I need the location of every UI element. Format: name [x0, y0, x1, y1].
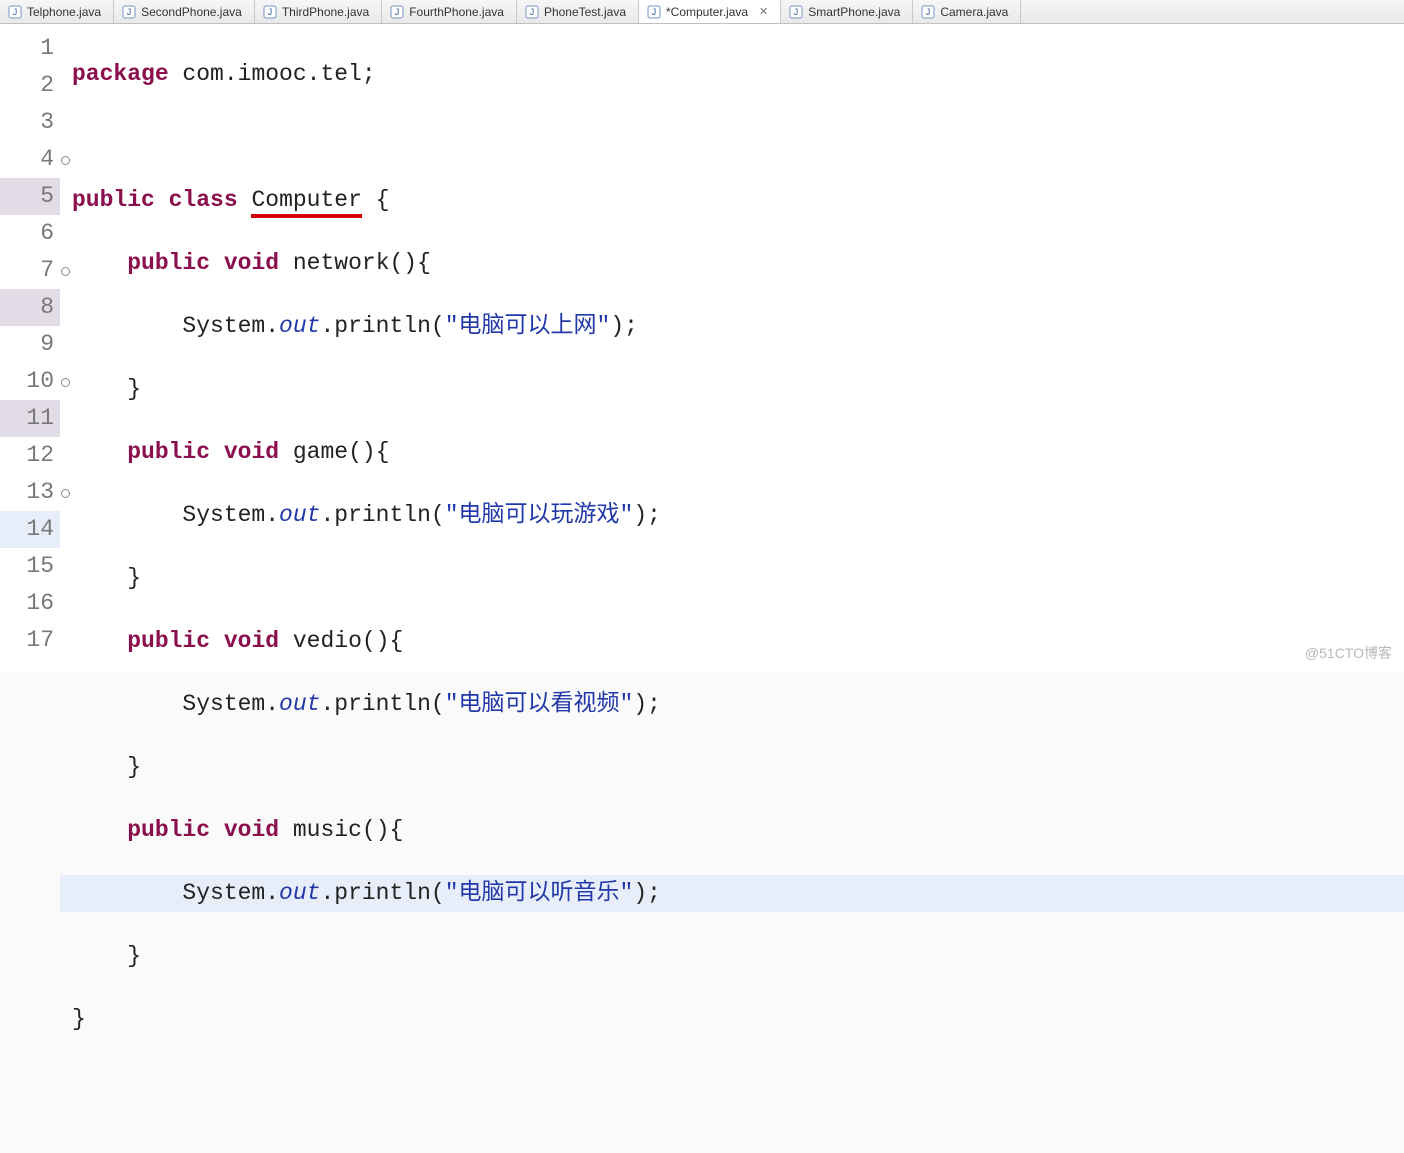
- java-file-icon: J: [647, 5, 661, 19]
- code-line: System.out.println("电脑可以上网");: [60, 308, 1404, 345]
- tab-label: *Computer.java: [666, 5, 748, 19]
- svg-text:J: J: [794, 7, 799, 17]
- line-number: 1: [0, 30, 60, 67]
- java-file-icon: J: [8, 5, 22, 19]
- line-number: 10: [0, 363, 60, 400]
- line-number: 15: [0, 548, 60, 585]
- svg-text:J: J: [395, 7, 400, 17]
- line-number: 13: [0, 474, 60, 511]
- svg-text:J: J: [530, 7, 535, 17]
- code-line: }: [60, 371, 1404, 408]
- code-line: }: [60, 1001, 1404, 1038]
- tab-thirdphone[interactable]: J ThirdPhone.java: [255, 0, 382, 23]
- code-line: public void music(){: [60, 812, 1404, 849]
- tab-label: SecondPhone.java: [141, 5, 242, 19]
- close-icon[interactable]: ✕: [759, 5, 768, 18]
- tab-label: ThirdPhone.java: [282, 5, 369, 19]
- svg-text:J: J: [926, 7, 931, 17]
- tab-label: Telphone.java: [27, 5, 101, 19]
- line-number: 11: [0, 400, 60, 437]
- tab-label: SmartPhone.java: [808, 5, 900, 19]
- line-number: 7: [0, 252, 60, 289]
- code-line: public void game(){: [60, 434, 1404, 471]
- code-line: public void network(){: [60, 245, 1404, 282]
- code-editor[interactable]: 1 2 3 4 5 6 7 8 9 10 11 12 13 14 15 16 1…: [0, 24, 1404, 673]
- tab-computer[interactable]: J *Computer.java ✕: [639, 0, 781, 23]
- tab-label: FourthPhone.java: [409, 5, 504, 19]
- line-number: 16: [0, 585, 60, 622]
- tab-telphone[interactable]: J Telphone.java: [0, 0, 114, 23]
- line-number: 14: [0, 511, 60, 548]
- code-line: public void vedio(){: [60, 623, 1404, 660]
- java-file-icon: J: [789, 5, 803, 19]
- tab-label: PhoneTest.java: [544, 5, 626, 19]
- code-line: public class Computer {: [60, 182, 1404, 219]
- code-line-current: System.out.println("电脑可以听音乐");: [60, 875, 1404, 912]
- code-line: [60, 119, 1404, 156]
- watermark: @51CTO博客: [1305, 643, 1392, 663]
- java-file-icon: J: [921, 5, 935, 19]
- svg-text:J: J: [652, 7, 657, 17]
- svg-text:J: J: [127, 7, 132, 17]
- line-number: 3: [0, 104, 60, 141]
- svg-text:J: J: [13, 7, 18, 17]
- code-line: }: [60, 560, 1404, 597]
- line-number: 12: [0, 437, 60, 474]
- code-line: }: [60, 749, 1404, 786]
- class-name-underlined: Computer: [251, 187, 361, 218]
- tab-camera[interactable]: J Camera.java: [913, 0, 1021, 23]
- line-number: 8: [0, 289, 60, 326]
- code-line: System.out.println("电脑可以玩游戏");: [60, 497, 1404, 534]
- code-line: System.out.println("电脑可以看视频");: [60, 686, 1404, 723]
- line-number: 17: [0, 622, 60, 659]
- java-file-icon: J: [390, 5, 404, 19]
- java-file-icon: J: [525, 5, 539, 19]
- line-number: 4: [0, 141, 60, 178]
- svg-text:J: J: [268, 7, 273, 17]
- code-area[interactable]: package com.imooc.tel; public class Comp…: [60, 24, 1404, 673]
- tab-smartphone[interactable]: J SmartPhone.java: [781, 0, 913, 23]
- tab-secondphone[interactable]: J SecondPhone.java: [114, 0, 255, 23]
- code-line: }: [60, 938, 1404, 975]
- line-number: 2: [0, 67, 60, 104]
- line-number-gutter: 1 2 3 4 5 6 7 8 9 10 11 12 13 14 15 16 1…: [0, 24, 60, 673]
- line-number: 9: [0, 326, 60, 363]
- java-file-icon: J: [122, 5, 136, 19]
- tab-label: Camera.java: [940, 5, 1008, 19]
- tab-bar: J Telphone.java J SecondPhone.java J ThirdP…: [0, 0, 1404, 24]
- code-line: [60, 1064, 1404, 1101]
- tab-fourthphone[interactable]: J FourthPhone.java: [382, 0, 517, 23]
- line-number: 5: [0, 178, 60, 215]
- tab-phonetest[interactable]: J PhoneTest.java: [517, 0, 639, 23]
- line-number: 6: [0, 215, 60, 252]
- code-line: package com.imooc.tel;: [60, 56, 1404, 93]
- java-file-icon: J: [263, 5, 277, 19]
